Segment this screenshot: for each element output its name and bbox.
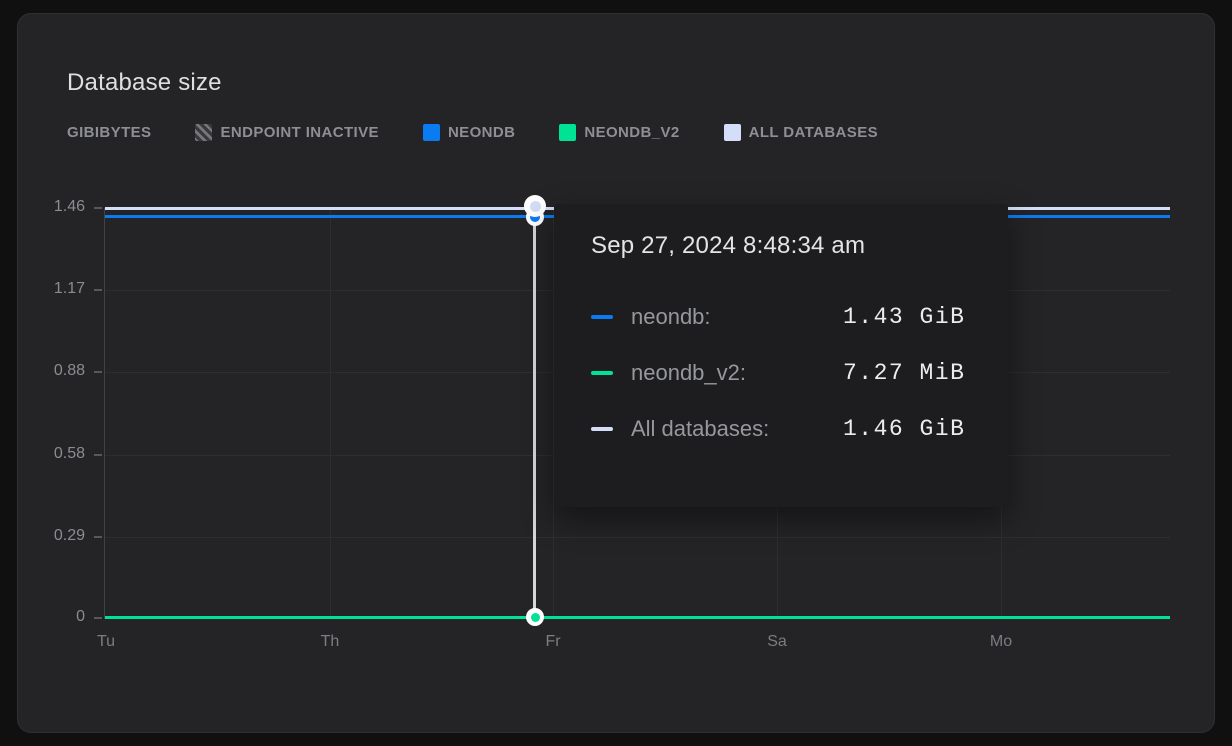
- neondb-swatch-icon: [423, 124, 440, 141]
- striped-swatch-icon: [195, 124, 212, 141]
- legend-item-neondb-v2[interactable]: NEONDB_V2: [559, 124, 679, 141]
- point-marker-all-databases: [524, 195, 546, 217]
- tooltip-row-label: neondb_v2:: [631, 360, 843, 386]
- gridline-horizontal: [105, 537, 1170, 538]
- database-size-card: Database size GIBIBYTES ENDPOINT INACTIV…: [17, 13, 1215, 733]
- legend-item-label: ALL DATABASES: [749, 124, 878, 141]
- tooltip-row-neondb-v2: neondb_v2: 7.27 MiB: [591, 345, 978, 401]
- page-title: Database size: [67, 69, 222, 97]
- x-axis-label: Mo: [979, 633, 1023, 651]
- legend-unit-label: GIBIBYTES: [67, 124, 151, 141]
- y-tick: [94, 536, 102, 538]
- y-axis-label: 0.88: [33, 362, 85, 380]
- y-axis-label: 1.46: [33, 198, 85, 216]
- hover-crosshair: [533, 208, 536, 617]
- series-line-neondb-v2: [105, 616, 1170, 619]
- legend-item-all-databases[interactable]: ALL DATABASES: [724, 124, 878, 141]
- y-tick: [94, 454, 102, 456]
- legend-item-endpoint-inactive[interactable]: ENDPOINT INACTIVE: [195, 124, 378, 141]
- x-axis-label: Tu: [84, 633, 128, 651]
- gridline-vertical: [330, 208, 331, 619]
- legend-item-label: ENDPOINT INACTIVE: [220, 124, 378, 141]
- all-databases-swatch-icon: [724, 124, 741, 141]
- y-axis-label: 0: [33, 608, 85, 626]
- chart-tooltip: Sep 27, 2024 8:48:34 am neondb: 1.43 GiB…: [554, 204, 1008, 507]
- page: { "card": { "title": "Database size" }, …: [0, 0, 1232, 746]
- legend-unit-gibibytes: GIBIBYTES: [67, 124, 151, 141]
- tooltip-row-all-databases: All databases: 1.46 GiB: [591, 401, 978, 457]
- y-axis-label: 1.17: [33, 280, 85, 298]
- tooltip-timestamp: Sep 27, 2024 8:48:34 am: [591, 232, 978, 260]
- y-tick: [94, 617, 102, 619]
- x-axis-label: Th: [308, 633, 352, 651]
- chart-legend: GIBIBYTES ENDPOINT INACTIVE NEONDB NEOND…: [67, 120, 878, 144]
- y-tick: [94, 289, 102, 291]
- point-marker-neondb-v2: [526, 608, 544, 626]
- x-axis-label: Sa: [755, 633, 799, 651]
- tooltip-row-label: neondb:: [631, 304, 843, 330]
- legend-item-label: NEONDB_V2: [584, 124, 679, 141]
- x-axis-label: Fr: [531, 633, 575, 651]
- tooltip-row-value: 7.27 MiB: [843, 360, 978, 386]
- neondb-v2-dash-icon: [591, 371, 613, 375]
- y-tick: [94, 371, 102, 373]
- legend-item-neondb[interactable]: NEONDB: [423, 124, 515, 141]
- neondb-dash-icon: [591, 315, 613, 319]
- tooltip-row-neondb: neondb: 1.43 GiB: [591, 289, 978, 345]
- tooltip-row-label: All databases:: [631, 416, 843, 442]
- tooltip-row-value: 1.46 GiB: [843, 416, 978, 442]
- neondb-v2-swatch-icon: [559, 124, 576, 141]
- y-tick: [94, 207, 102, 209]
- all-databases-dash-icon: [591, 427, 613, 431]
- y-axis-label: 0.58: [33, 445, 85, 463]
- tooltip-row-value: 1.43 GiB: [843, 304, 978, 330]
- y-axis-label: 0.29: [33, 527, 85, 545]
- tooltip-rows: neondb: 1.43 GiB neondb_v2: 7.27 MiB All…: [591, 289, 978, 457]
- legend-item-label: NEONDB: [448, 124, 515, 141]
